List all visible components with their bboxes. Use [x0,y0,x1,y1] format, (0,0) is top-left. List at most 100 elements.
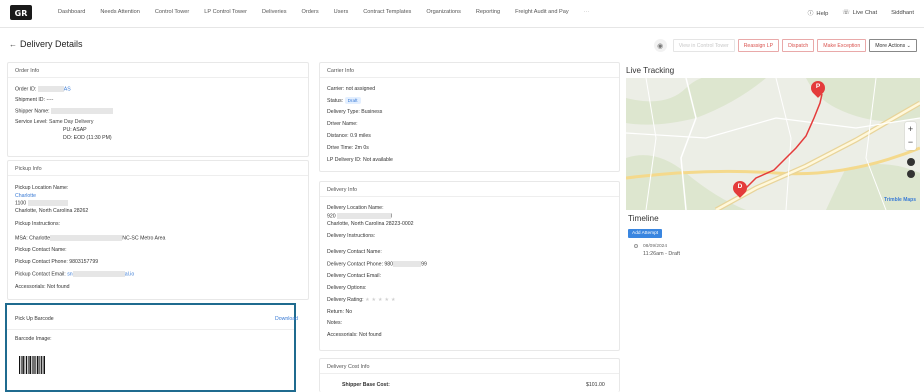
nav-dashboard[interactable]: Dashboard [58,9,85,15]
svg-text:GR: GR [15,9,28,18]
pickup-location-link[interactable]: Charlotte [15,193,36,199]
locate-icon[interactable] [907,170,915,178]
zoom-out-button[interactable]: − [905,136,916,150]
delivery-type-row: Delivery Type: Business [327,109,382,115]
delivery-rating-row: Delivery Rating: ★★★★★ [327,297,398,303]
redacted-value [50,235,123,241]
view-in-control-tower-button[interactable]: View in Control Tower [672,39,735,52]
nav-orders[interactable]: Orders [302,9,319,15]
status-badge: Draft [344,97,361,104]
lp-delivery-id-value: Not available [362,157,393,163]
eye-icon[interactable]: ◉ [653,39,667,52]
notes-label: Notes: [327,320,342,326]
pickup-instructions-label: Pickup Instructions: [15,221,60,227]
nav-more[interactable]: ··· [584,9,590,15]
chat-icon: ☏ [842,9,850,16]
shipper-name-row: Shipper Name: [15,108,114,114]
timeline-dot-icon [634,244,638,248]
delivery-contact-phone-label: Delivery Contact Phone: [327,261,383,268]
order-id-value[interactable]: AS [64,86,71,92]
compass-icon[interactable] [907,158,915,166]
carrier-info-title: Carrier Info [320,63,619,78]
return-row: Return: No [327,309,352,315]
live-tracking-map[interactable]: P D + − Trimble Maps [626,78,920,210]
distance-value: 0.9 miles [350,133,371,139]
barcode-image-label: Barcode Image: [15,336,52,342]
nav-organizations[interactable]: Organizations [426,9,461,15]
company-logo[interactable]: GR [10,5,32,20]
map-canvas [626,78,920,210]
distance-row: Distance: 0.9 miles [327,133,371,139]
more-actions-button[interactable]: More Actions ⌄ [869,39,917,52]
page-header: ← Delivery Details ◉ View in Control Tow… [0,28,924,60]
nav-control-tower[interactable]: Control Tower [155,9,189,15]
pickup-barcode-highlight: Pick Up Barcode Download Barcode Image: [5,303,298,392]
make-exception-button[interactable]: Make Exception [817,39,867,52]
help-icon: ⓘ [807,11,814,17]
status-label: Status: [327,98,344,104]
delivery-address1-suffix: l [391,213,393,220]
nav-lp-control-tower[interactable]: LP Control Tower [204,9,247,15]
pickup-contact-phone-value: 9803157799 [69,259,99,265]
return-label: Return: [327,309,345,315]
msa-row: MSA: Charlotte NC-SC Metro Area [15,235,165,241]
live-chat-link[interactable]: ☏ Live Chat [842,10,877,16]
nav-freight-audit-and-pay[interactable]: Freight Audit and Pay [515,9,569,15]
distance-label: Distance: [327,133,349,139]
nav-needs-attention[interactable]: Needs Attention [100,9,140,15]
delivery-phone-suffix: 99 [421,261,427,268]
main-menu: Dashboard Needs Attention Control Tower … [58,9,604,15]
drive-time-row: Drive Time: 2m 0s [327,145,369,151]
order-id-label: Order ID: [15,86,37,93]
delivery-accessorials-row: Accessorials: Not found [327,332,382,338]
service-level-value: Same Day Delivery [49,119,94,125]
help-link[interactable]: ⓘ Help [808,8,829,17]
delivery-address-line1: 920 l [327,213,392,219]
nav-deliveries[interactable]: Deliveries [262,9,287,15]
dispatch-button[interactable]: Dispatch [782,39,815,52]
pickup-location-label: Pickup Location Name: [15,185,69,191]
zoom-in-button[interactable]: + [905,122,916,136]
delivery-instructions-label: Delivery Instructions: [327,233,376,239]
return-value: No [345,309,353,315]
user-menu[interactable]: Siddhant [891,10,914,16]
dropoff-marker-label: D [737,183,743,190]
add-attempt-button[interactable]: Add Attempt [628,229,663,238]
back-arrow-icon[interactable]: ← [9,40,17,49]
delivery-type-value: Business [361,109,383,115]
delivery-location-label: Delivery Location Name: [327,205,384,211]
redacted-value [37,86,64,92]
nav-right-group: ⓘ Help ☏ Live Chat Siddhant [808,8,914,18]
pickup-info-title: Pickup Info [8,161,308,176]
top-navigation-bar: GR Dashboard Needs Attention Control Tow… [0,0,924,28]
shipper-base-cost-value: $101.00 [586,382,605,388]
pickup-contact-phone-row: Pickup Contact Phone: 9803157799 [15,259,98,265]
timeline-entry: 11:26am - Draft [643,251,681,257]
pickup-email-suffix[interactable]: al.io [125,271,135,277]
delivery-address-line2: Charlotte, North Carolina 28223-0002 [327,221,414,227]
delivery-accessorials-label: Accessorials: [327,332,358,338]
dropoff-time: DO: EOD (11:30 PM) [63,135,112,141]
redacted-value [27,200,68,206]
timeline-title: Timeline [628,214,659,223]
pickup-time: PU: ASAP [63,127,87,133]
download-link[interactable]: Download [275,316,298,322]
reassign-lp-button[interactable]: Reassign LP [737,39,780,52]
live-tracking-title: Live Tracking [626,66,675,75]
nav-reporting[interactable]: Reporting [476,9,500,15]
nav-contract-templates[interactable]: Contract Templates [363,9,411,15]
pickup-contact-email-label: Pickup Contact Email: [15,271,66,278]
pickup-marker-label: P [815,83,821,90]
lp-delivery-id-label: LP Delivery ID: [327,157,362,163]
barcode-title: Pick Up Barcode [15,316,54,322]
carrier-value: not assigned [345,86,376,92]
nav-users[interactable]: Users [334,9,349,15]
redacted-value [51,108,114,114]
delivery-info-title: Delivery Info [320,182,619,197]
driver-name-label: Driver Name: [327,121,358,127]
delivery-contact-phone-row: Delivery Contact Phone: 980 99 [327,261,427,267]
order-info-title: Order Info [8,63,308,78]
delivery-contact-name-label: Delivery Contact Name: [327,249,382,255]
barcode-image [19,356,45,374]
star-rating-icon[interactable]: ★★★★★ [365,297,397,303]
